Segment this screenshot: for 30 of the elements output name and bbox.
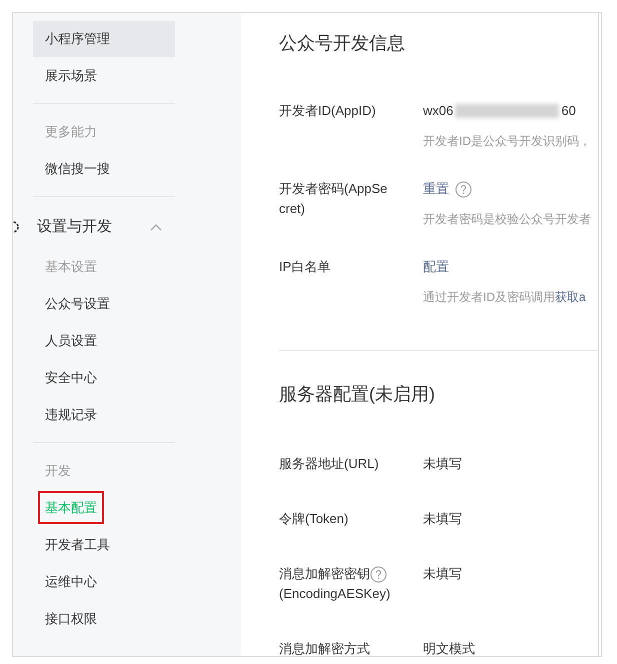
field-label: 令牌(Token) — [279, 510, 348, 528]
menu-group-heading: 更多能力 — [44, 122, 98, 141]
field-value: wx06 — [423, 102, 454, 120]
field-label: 开发者密码(AppSecret) — [279, 180, 388, 218]
field-value: 未填写 — [423, 510, 462, 528]
field-label: 服务器地址(URL) — [279, 455, 379, 473]
help-icon[interactable] — [455, 180, 472, 198]
field-description: 开发者密码是校验公众号开发者 — [423, 211, 591, 228]
section-title: 服务器配置(未启用) — [279, 383, 436, 406]
menu-group-heading: 开发 — [44, 462, 72, 480]
field-description: 开发者ID是公众号开发识别码， — [423, 133, 591, 150]
field-label: 消息加解密密钥 — [279, 565, 370, 583]
field-description: 通过开发者ID及密码调用获取a — [423, 289, 586, 306]
menu-group-heading: 基本设置 — [44, 258, 98, 276]
action-link[interactable]: 重置 — [423, 179, 449, 199]
menu-section-title[interactable]: 设置与开发 — [37, 216, 112, 238]
field-value: 未填写 — [423, 455, 462, 473]
chevron-up-icon[interactable] — [150, 223, 162, 231]
field-label: 消息加解密方式 — [279, 640, 370, 656]
section-title: 公众号开发信息 — [279, 32, 406, 55]
action-link[interactable]: 配置 — [423, 257, 449, 277]
help-icon[interactable] — [370, 566, 387, 582]
field-value: 60 — [561, 102, 576, 120]
description-link[interactable]: 获取a — [555, 290, 586, 304]
sidebar-item[interactable]: 小程序管理 — [33, 20, 175, 56]
field-value: 未填写 — [423, 565, 462, 583]
field-label: 开发者ID(AppID) — [279, 102, 377, 120]
field-value: 明文模式 — [423, 640, 475, 656]
field-label: (EncodingAESKey) — [279, 585, 392, 603]
field-label: IP白名单 — [279, 258, 332, 276]
